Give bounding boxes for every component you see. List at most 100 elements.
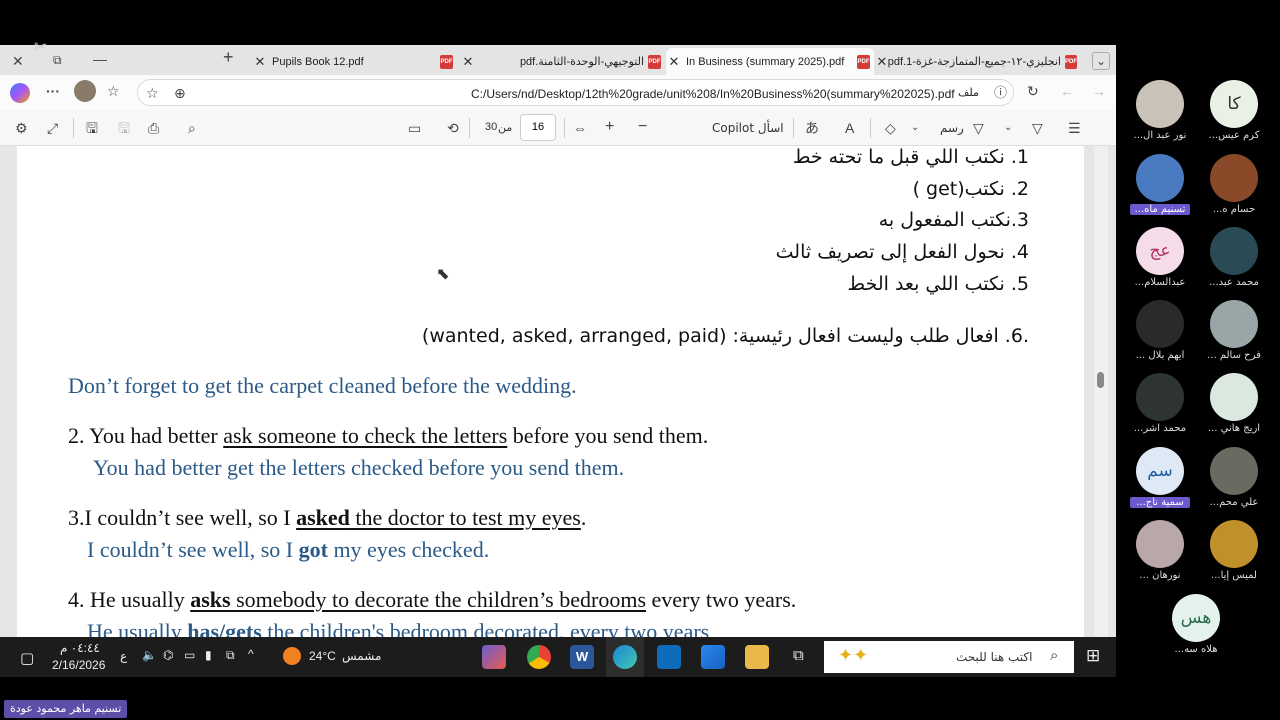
highlight-icon[interactable]: ▽ [1032,120,1043,136]
participant-tile[interactable]: محمد عبد... [1204,227,1264,288]
weather-label[interactable]: مشمس [342,649,381,663]
participant-tile[interactable]: نورهان ... [1130,520,1190,581]
erase-icon[interactable]: ◇ [885,120,896,136]
tab-in-business[interactable]: ✕ In Business (summary 2025).pdf PDF [666,48,874,75]
favorites-list-icon[interactable]: ☆ [107,83,120,99]
zoom-out-icon[interactable]: − [638,119,647,135]
participant-tile[interactable]: اريج هاني ... [1204,373,1264,434]
tab-list-chevron-icon[interactable]: ⌄ [1092,52,1110,70]
avatar [1136,300,1184,348]
store-icon[interactable] [701,645,725,669]
zoom-icon[interactable]: ⊕ [174,85,186,101]
network-icon[interactable]: ⌬ [163,648,173,662]
more-menu-icon[interactable]: ··· [46,83,60,99]
save-icon[interactable]: 🖫 [118,120,130,136]
participant-tile[interactable]: تسنيم ماه... [1130,154,1190,215]
clock-date[interactable]: 2/16/2026 [52,658,105,672]
total-pages: 30 [485,121,498,133]
search-icon[interactable]: ⌕ [188,120,196,136]
tab-pupils-book[interactable]: ✕ Pupils Book 12.pdf PDF [252,48,457,75]
clock-time[interactable]: ٠٤:٤٤ م [60,641,100,655]
windows-taskbar: ▢ ٠٤:٤٤ م 2/16/2026 ع 🔈 ⌬ ▭ ▮ ⧉ ^ 24°C م… [0,637,1116,677]
forward-icon[interactable]: ← [1060,83,1074,99]
avatar: سم [1136,447,1184,495]
participant-tile[interactable]: علي محم... [1204,447,1264,508]
usb-icon[interactable]: ▮ [205,648,212,662]
minimize-icon[interactable]: — [93,51,107,67]
language-indicator[interactable]: ع [120,649,127,663]
page-number-input[interactable]: 16 [520,114,556,141]
example-1-answer: Don’t forget to get the carpet cleaned b… [68,373,577,398]
participant-tile[interactable]: حسام ه... [1204,154,1264,215]
participant-tile[interactable]: نور عبد ال... [1130,80,1190,141]
sparkle-icon: ✦✦ [838,645,869,665]
url-field[interactable]: ☆ ⊕ C:/Users/nd/Desktop/12th%20grade/uni… [137,79,1014,106]
close-tab-icon[interactable]: ✕ [252,54,268,70]
contents-list-icon[interactable]: ☰ [1068,120,1081,136]
participant-tile[interactable]: فرح سالم ... [1204,300,1264,361]
word-icon[interactable]: W [570,645,594,669]
participant-tile[interactable]: عج عبدالسلام... [1130,227,1190,288]
vertical-scrollbar[interactable] [1094,146,1108,637]
show-hidden-icons-chevron[interactable]: ^ [248,647,254,661]
task-view-icon[interactable]: ⧉ [793,647,804,664]
scrollbar-thumb[interactable] [1097,372,1104,388]
add-favorite-icon[interactable]: ☆ [146,85,159,101]
info-icon[interactable]: ⓘ [994,85,1007,101]
new-tab-icon[interactable]: + [223,48,234,66]
close-tab-icon[interactable]: ✕ [666,54,682,70]
close-window-icon[interactable]: ✕ [12,53,24,69]
profile-avatar[interactable] [74,80,96,102]
chrome-icon[interactable] [527,645,551,669]
tab-actions-icon[interactable]: ⧉ [53,52,62,68]
participant-tile[interactable]: سم سمية ناج... [1130,447,1190,508]
rule-3: 3.نكتب المفعول به [878,209,1029,231]
read-aloud-icon[interactable]: A [845,120,854,136]
participant-tile[interactable]: هس هلاه سه... [1166,594,1226,655]
file-explorer-icon[interactable] [745,645,769,669]
save-as-icon[interactable]: 🖫 [86,120,98,136]
back-icon[interactable]: → [1092,83,1106,99]
zoom-in-icon[interactable]: + [605,119,614,135]
battery-icon[interactable]: ▭ [184,648,195,662]
participant-tile[interactable]: لميس إيا... [1204,520,1264,581]
rotate-icon[interactable]: ⟲ [447,120,459,136]
pdf-viewer[interactable]: 1. نكتب اللي قبل ما تحته خط 2. نكتب(get … [0,146,1116,637]
copilot-icon[interactable] [10,83,30,103]
avatar [1210,154,1258,202]
weather-temp[interactable]: 24°C [309,649,336,663]
search-box[interactable]: ✦✦ اكتب هنا للبحث ⌕ [824,641,1074,673]
fit-width-icon[interactable]: ⇔ [573,120,587,136]
windows-start-icon[interactable]: ⊞ [1086,646,1100,666]
tab-label: In Business (summary 2025).pdf [686,55,845,68]
teams-icon[interactable] [482,645,506,669]
draw-pen-icon[interactable]: ▽ [973,120,984,136]
participant-tile[interactable]: كا كرم عيس... [1204,80,1264,141]
pdf-icon: PDF [857,54,870,69]
device-icon[interactable]: ⧉ [226,648,235,663]
translate-icon[interactable]: あ [805,120,819,136]
close-tab-icon[interactable]: ✕ [460,54,476,70]
volume-icon[interactable]: 🔈 [142,648,157,662]
notifications-icon[interactable]: ▢ [20,649,34,667]
print-icon[interactable]: ⎙ [148,120,159,136]
tab-english-gaza[interactable]: ✕ انجليزي-١٢-جميع-المتمازجة-غزة-1.pdf PD… [876,48,1081,75]
fullscreen-icon[interactable]: ⤢ [47,120,58,136]
chevron-down-icon[interactable]: ⌄ [911,120,919,136]
tab-tawjihi-unit8[interactable]: ✕ التوجيهي-الوحدة-الثامنة.pdf PDF [460,48,665,75]
ask-copilot-button[interactable]: اسأل Copilot [712,121,784,135]
participant-tile[interactable]: محمد اشر... [1130,373,1190,434]
pdf-icon: PDF [648,54,661,69]
pdf-icon: PDF [440,54,453,69]
close-tab-icon[interactable]: ✕ [876,54,888,70]
example-4-answer: He usually has/gets the children's bedro… [87,619,710,637]
page-view-icon[interactable]: ▭ [408,120,421,136]
of-label: من [498,121,513,134]
refresh-icon[interactable]: ↻ [1027,83,1039,99]
chevron-down-icon[interactable]: ⌄ [1004,120,1012,136]
settings-gear-icon[interactable]: ⚙ [15,120,28,136]
avatar [1210,520,1258,568]
weather-sun-icon[interactable] [283,647,301,665]
outlook-icon[interactable] [657,645,681,669]
participant-tile[interactable]: أيهم بلال ... [1130,300,1190,361]
